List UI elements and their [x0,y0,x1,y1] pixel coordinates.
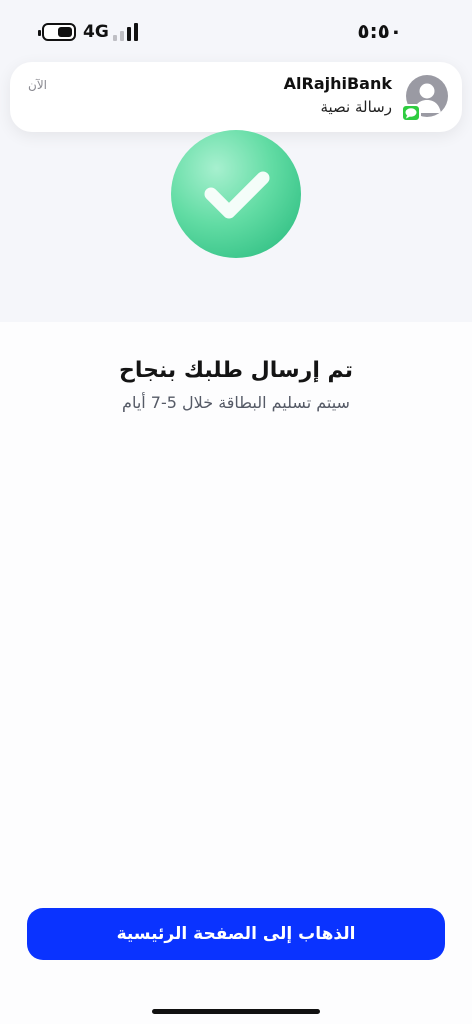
success-subtitle: سيتم تسليم البطاقة خلال 5-7 أيام [122,393,350,412]
battery-icon [38,23,76,41]
network-label: 4G [83,22,109,42]
notification-sender: AlRajhiBank [283,74,392,93]
go-home-button[interactable]: الذهاب إلى الصفحة الرئيسية [27,908,445,960]
status-bar: 4G ٥:٥٠ [0,0,472,64]
success-circle [171,130,301,258]
home-indicator[interactable] [152,1009,320,1014]
notification-time: الآن [28,78,47,92]
battery-level [58,27,72,37]
status-time: ٥:٥٠ [357,19,402,43]
signal-icon [113,23,139,41]
notification-banner[interactable]: الآن AlRajhiBank رسالة نصية [10,62,462,132]
notification-body: رسالة نصية [320,98,392,116]
checkmark-icon [204,171,270,219]
message-bubble-icon [401,104,421,122]
success-title: تم إرسال طلبك بنجاح [118,358,354,383]
screen: 4G ٥:٥٠ الآن AlRajhiBank رسالة نصية تم إ [0,0,472,1024]
